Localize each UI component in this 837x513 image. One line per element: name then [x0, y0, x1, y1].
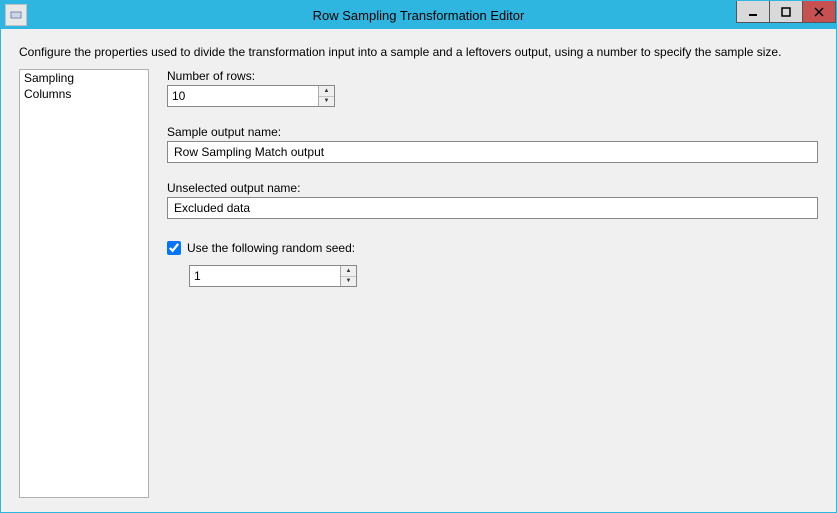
client-area: Configure the properties used to divide … [1, 29, 836, 512]
unselected-name-label: Unselected output name: [167, 181, 818, 195]
seed-spin-buttons: ▲ ▼ [340, 266, 356, 286]
seed-group: Use the following random seed: ▲ ▼ [167, 237, 818, 287]
dialog-body: Sampling Columns Number of rows: ▲ ▼ Sa [1, 69, 836, 512]
sample-name-label: Sample output name: [167, 125, 818, 139]
dialog-description: Configure the properties used to divide … [1, 29, 836, 69]
sample-name-group: Sample output name: [167, 125, 818, 163]
minimize-button[interactable] [736, 1, 770, 23]
seed-input[interactable] [190, 266, 340, 286]
dialog-window: Row Sampling Transformation Editor Confi… [0, 0, 837, 513]
nav-item-sampling[interactable]: Sampling [20, 70, 148, 86]
num-rows-label: Number of rows: [167, 69, 818, 83]
sample-name-input[interactable] [167, 141, 818, 163]
num-rows-group: Number of rows: ▲ ▼ [167, 69, 818, 107]
num-rows-spin-buttons: ▲ ▼ [318, 86, 334, 106]
num-rows-spinner[interactable]: ▲ ▼ [167, 85, 335, 107]
app-icon [5, 4, 27, 26]
maximize-button[interactable] [769, 1, 803, 23]
use-seed-row: Use the following random seed: [167, 241, 818, 255]
seed-spin-up[interactable]: ▲ [341, 266, 356, 277]
nav-item-columns[interactable]: Columns [20, 86, 148, 102]
titlebar[interactable]: Row Sampling Transformation Editor [1, 1, 836, 29]
sampling-form: Number of rows: ▲ ▼ Sample output name: … [167, 69, 818, 498]
use-seed-checkbox[interactable] [167, 241, 181, 255]
close-button[interactable] [802, 1, 836, 23]
unselected-name-group: Unselected output name: [167, 181, 818, 219]
num-rows-input[interactable] [168, 86, 318, 106]
unselected-name-input[interactable] [167, 197, 818, 219]
page-nav-list[interactable]: Sampling Columns [19, 69, 149, 498]
num-rows-spin-down[interactable]: ▼ [319, 97, 334, 107]
seed-spin-down[interactable]: ▼ [341, 277, 356, 287]
use-seed-label: Use the following random seed: [187, 241, 355, 255]
window-title: Row Sampling Transformation Editor [1, 8, 836, 23]
seed-spinner[interactable]: ▲ ▼ [189, 265, 357, 287]
window-buttons [737, 1, 836, 29]
num-rows-spin-up[interactable]: ▲ [319, 86, 334, 97]
